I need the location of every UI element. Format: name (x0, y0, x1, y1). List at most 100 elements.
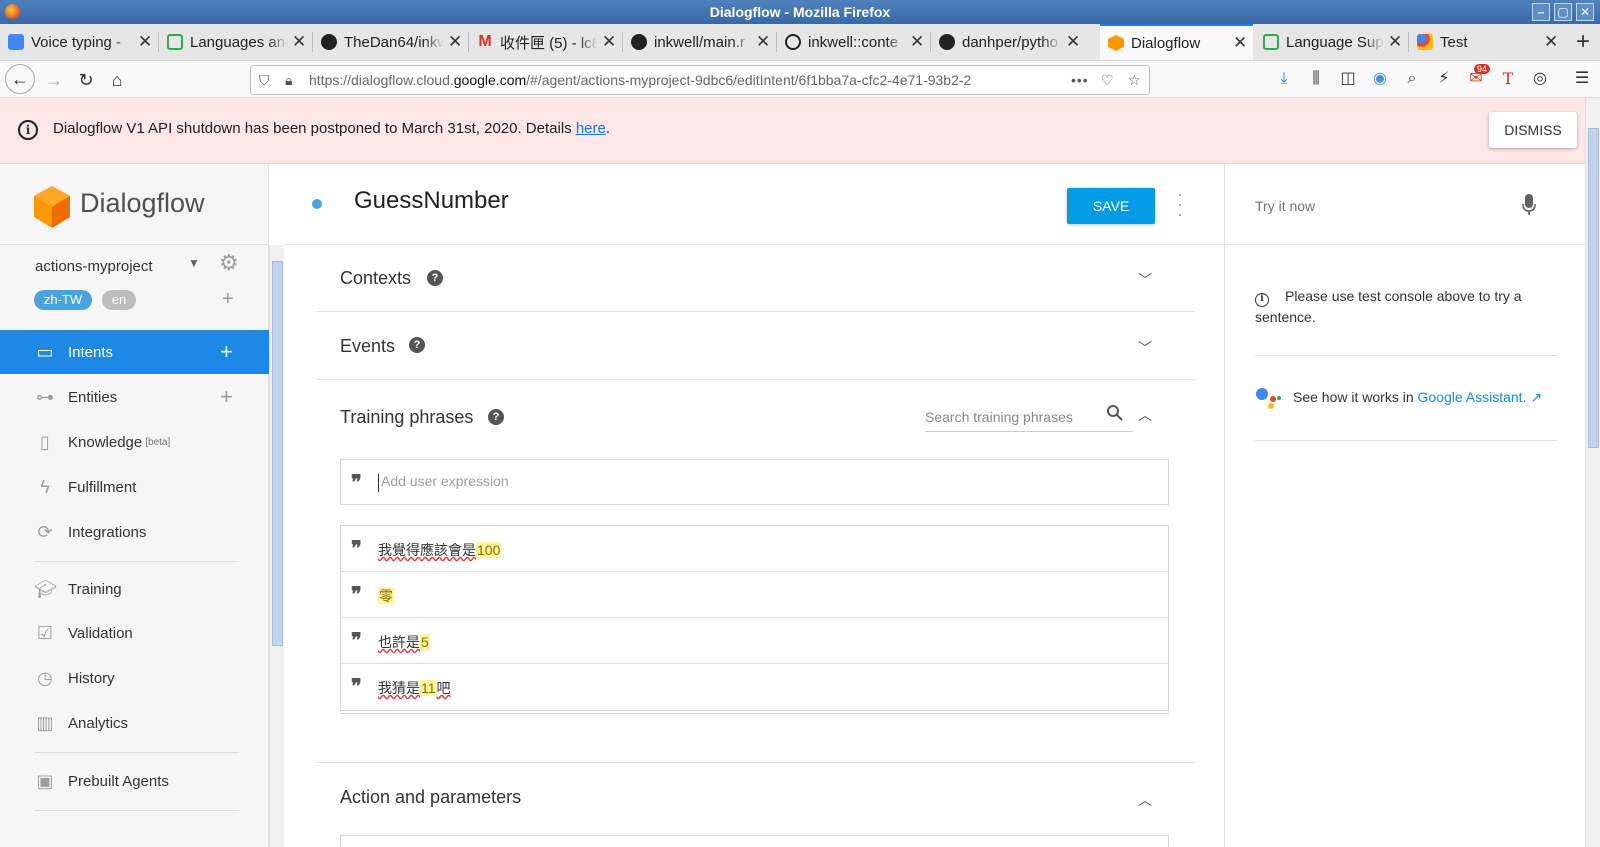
tab-test[interactable]: Test ✕ (1409, 24, 1564, 60)
maximize-icon[interactable]: ▢ (1554, 3, 1572, 21)
chevron-down-icon[interactable]: ﹀ (1135, 338, 1155, 358)
gear-icon[interactable]: ⚙ (219, 250, 239, 276)
test-console: Try it now i Please use test console abov… (1224, 164, 1586, 847)
tab-language-support[interactable]: Language Sup ✕ (1255, 24, 1408, 60)
section-training-phrases[interactable]: Training phrases (340, 407, 473, 428)
chevron-down-icon[interactable]: ﹀ (1135, 270, 1155, 290)
sidebar-scrollbar[interactable] (269, 245, 284, 847)
extension-icon[interactable]: ◉ (1370, 69, 1390, 89)
chevron-up-icon[interactable]: ︿ (1135, 405, 1155, 425)
tab-close-icon[interactable]: ✕ (138, 32, 152, 52)
parameter-annotation[interactable]: 11 (420, 680, 437, 696)
list-item[interactable]: ❞ 我覺得應該會是100 (341, 526, 1168, 572)
help-icon[interactable]: ? (427, 270, 443, 286)
section-events[interactable]: Events (340, 336, 395, 357)
page-scrollbar[interactable] (1585, 98, 1600, 847)
tab-danhper[interactable]: danhper/pytho ✕ (931, 24, 1086, 60)
sidebar-item-intents[interactable]: ▭ Intents + (0, 330, 269, 374)
add-intent-icon[interactable]: + (220, 339, 233, 365)
microphone-icon[interactable] (1522, 194, 1536, 216)
chevron-up-icon[interactable]: ︿ (1135, 790, 1155, 810)
bookmark-star-icon[interactable]: ☆ (1128, 66, 1141, 94)
tab-thedan64[interactable]: TheDan64/inkw ✕ (313, 24, 468, 60)
sidebar-item-knowledge[interactable]: ▯ Knowledge [beta] (0, 420, 269, 464)
add-entity-icon[interactable]: + (220, 384, 233, 410)
add-language-icon[interactable]: + (222, 288, 234, 311)
sidebar-item-training[interactable]: 🎓︎ Training (0, 567, 269, 611)
shield-icon[interactable]: ⛉ (259, 66, 270, 94)
tab-close-icon[interactable]: ✕ (756, 32, 770, 52)
sidebar-item-analytics[interactable]: ▥ Analytics (0, 701, 269, 745)
bolt-extension-icon[interactable]: ⚡︎ (1434, 69, 1454, 89)
tab-close-icon[interactable]: ✕ (1544, 32, 1558, 52)
dialogflow-icon (1108, 35, 1124, 51)
tab-close-icon[interactable]: ✕ (602, 32, 616, 52)
library-icon[interactable]: ⫼ (1306, 69, 1326, 89)
save-button[interactable]: SAVE (1067, 188, 1155, 224)
banner-details-link[interactable]: here (576, 120, 606, 137)
tab-close-icon[interactable]: ✕ (448, 32, 462, 52)
tab-languages[interactable]: Languages and ✕ (159, 24, 312, 60)
language-pill-en[interactable]: en (102, 290, 136, 310)
tab-close-icon[interactable]: ✕ (1233, 33, 1247, 53)
help-icon[interactable]: ? (488, 409, 504, 425)
lock-icon[interactable]: 🔒︎ (285, 66, 292, 94)
url-bar[interactable]: ⛉ 🔒︎ https://dialogflow.cloud.google.com… (250, 65, 1150, 95)
section-contexts[interactable]: Contexts (340, 268, 411, 289)
sidebar-item-history[interactable]: ◷ History (0, 656, 269, 700)
more-vert-icon[interactable]: · · · (1177, 185, 1183, 223)
reload-icon[interactable]: ↻ (72, 66, 100, 94)
new-tab-icon[interactable]: + (1576, 28, 1590, 56)
pocket-icon[interactable]: ♡ (1101, 66, 1114, 94)
download-icon[interactable]: ⤓ (1274, 69, 1294, 89)
translate-icon[interactable]: T (1498, 69, 1518, 89)
tab-close-icon[interactable]: ✕ (1388, 32, 1402, 52)
caret-down-icon[interactable]: ▼ (188, 256, 200, 270)
sidebar-item-integrations[interactable]: ⟳ Integrations (0, 510, 269, 554)
list-item[interactable]: ❞ 零 (341, 572, 1168, 618)
bar-chart-icon: ▥ (36, 713, 54, 733)
section-action-parameters[interactable]: Action and parameters (340, 787, 521, 808)
back-icon[interactable]: ← (5, 64, 35, 94)
parameter-annotation[interactable]: 100 (476, 542, 502, 558)
parameter-annotation[interactable]: 零 (378, 588, 394, 604)
home-icon[interactable]: ⌂ (103, 66, 131, 94)
project-selector[interactable]: actions-myproject (35, 258, 153, 275)
minimize-icon[interactable]: – (1532, 3, 1550, 21)
sidebar-item-entities[interactable]: ⊶ Entities + (0, 375, 269, 419)
sidebar-icon[interactable]: ◫ (1338, 69, 1358, 89)
list-item[interactable]: ❞ 也許是5 (341, 618, 1168, 664)
account-icon[interactable]: ◎ (1530, 69, 1550, 89)
sidebar-item-fulfillment[interactable]: ϟ Fulfillment (0, 465, 269, 509)
external-link-icon[interactable]: ↗ (1530, 389, 1542, 405)
help-icon[interactable]: ? (409, 337, 425, 353)
try-it-input[interactable]: Try it now (1255, 198, 1315, 214)
add-user-expression-input[interactable]: ❞ Add user expression (340, 459, 1169, 505)
tab-close-icon[interactable]: ✕ (1066, 32, 1080, 52)
menu-icon[interactable]: ☰ (1572, 69, 1592, 89)
url-text[interactable]: https://dialogflow.cloud.google.com/#/ag… (309, 66, 1029, 94)
list-item[interactable]: ❞ 我猜是11吧 (341, 664, 1168, 710)
tab-voice-typing[interactable]: Voice typing - ✕ (0, 24, 158, 60)
tab-inkwell-context[interactable]: inkwell::conte ✕ (777, 24, 930, 60)
parameter-annotation[interactable]: 5 (420, 634, 430, 650)
tab-dialogflow[interactable]: Dialogflow ✕ (1100, 24, 1253, 60)
sidebar-item-validation[interactable]: ☑ Validation (0, 611, 269, 655)
tab-gmail[interactable]: M 收件匣 (5) - lc8 ✕ (469, 24, 622, 60)
forward-icon[interactable]: → (40, 66, 68, 94)
intent-name[interactable]: GuessNumber (354, 187, 509, 215)
language-pill-zh-tw[interactable]: zh-TW (34, 290, 92, 310)
google-assistant-link[interactable]: Google Assistant. (1418, 389, 1527, 405)
tab-inkwell-main[interactable]: inkwell/main.r ✕ (623, 24, 776, 60)
quote-icon: ❞ (351, 628, 362, 652)
search-icon[interactable] (1106, 404, 1124, 422)
page-actions-icon[interactable]: ••• (1071, 66, 1089, 94)
sidebar-item-prebuilt-agents[interactable]: ▣ Prebuilt Agents (0, 759, 269, 803)
tab-close-icon[interactable]: ✕ (292, 32, 306, 52)
search-icon[interactable]: ⌕ (1402, 69, 1422, 89)
dismiss-button[interactable]: DISMISS (1489, 112, 1577, 148)
tab-close-icon[interactable]: ✕ (910, 32, 924, 52)
search-training-phrases-input[interactable]: Search training phrases (925, 406, 1133, 432)
quote-icon: ❞ (351, 674, 362, 698)
close-window-icon[interactable]: ✕ (1576, 3, 1594, 21)
